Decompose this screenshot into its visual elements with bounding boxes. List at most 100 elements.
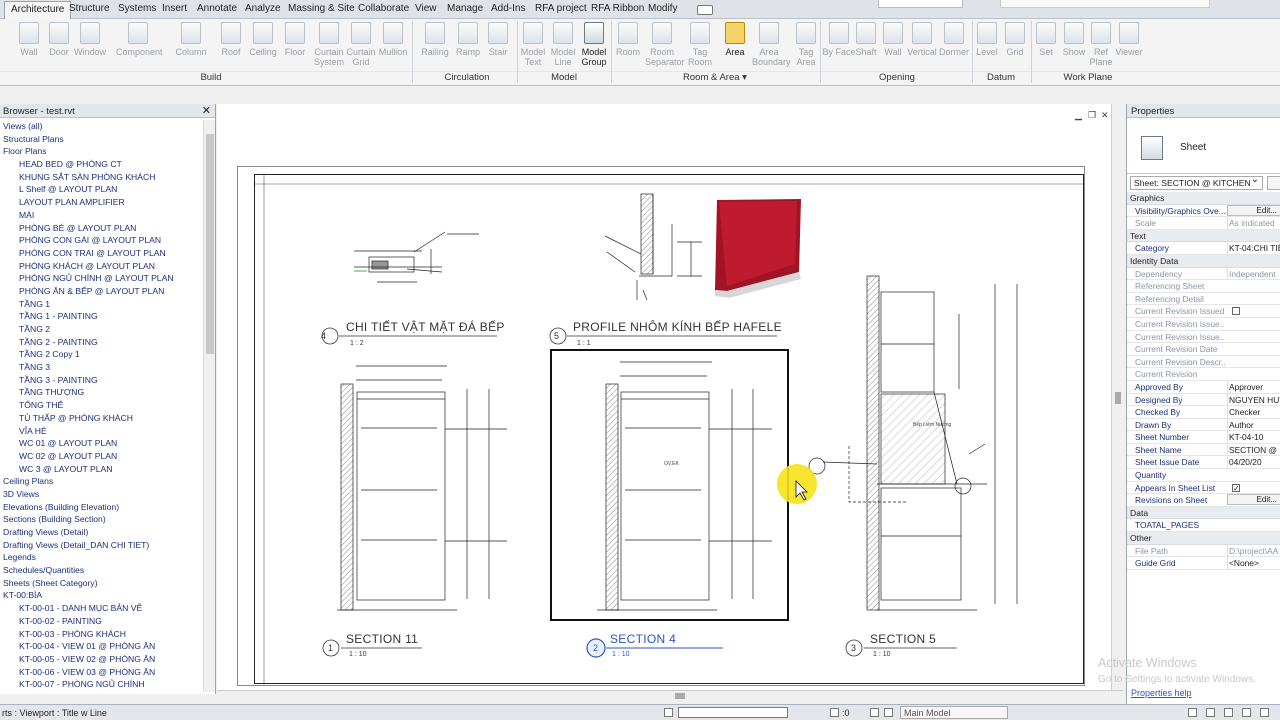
- property-group-header[interactable]: Graphics: [1127, 192, 1280, 205]
- browser-item[interactable]: Schedules/Quantities: [0, 564, 203, 577]
- property-row[interactable]: Referencing Sheet: [1127, 280, 1280, 293]
- door-tool[interactable]: Door: [42, 22, 76, 70]
- property-row[interactable]: Current Revision Issue...: [1127, 318, 1280, 331]
- browser-item[interactable]: TẦNG THƯỢNG: [0, 386, 203, 399]
- browser-item[interactable]: Legends: [0, 551, 203, 564]
- property-value[interactable]: KT-04:CHI TIẾT: [1227, 242, 1280, 255]
- browser-item[interactable]: WC 02 @ LAYOUT PLAN: [0, 450, 203, 463]
- property-value[interactable]: Independent: [1227, 267, 1280, 281]
- panel-datum-label[interactable]: Datum: [972, 72, 1030, 83]
- browser-item[interactable]: KT-00:BÌA: [0, 589, 203, 602]
- tab-insert[interactable]: Insert: [162, 3, 187, 14]
- browser-item[interactable]: KT-00-06 - VIEW 03 @ PHÒNG ĂN: [0, 666, 203, 679]
- property-value[interactable]: NGUYEN HUY: [1227, 393, 1280, 407]
- property-row[interactable]: Scale As indicated: [1127, 217, 1280, 230]
- drawing-view[interactable]: ▁ ❐ ✕ 4 CHI TIẾT VẬT MẶT ĐÁ BẾP 1: 2 5 …: [217, 104, 1123, 694]
- wall-tool[interactable]: Wall: [12, 22, 46, 70]
- browser-item[interactable]: MÁI: [0, 209, 203, 222]
- model-line-tool[interactable]: Model Line: [546, 22, 580, 70]
- select-pinned-icon[interactable]: [1224, 708, 1233, 717]
- panel-build-label[interactable]: Build: [12, 72, 410, 83]
- browser-item[interactable]: Drafting Views (Detail): [0, 526, 203, 539]
- instance-filter-dropdown[interactable]: Sheet: SECTION @ KITCHEN: [1130, 176, 1263, 190]
- browser-item[interactable]: TẦNG 3: [0, 361, 203, 374]
- browser-item[interactable]: KT-00-05 - VIEW 02 @ PHÒNG ĂN: [0, 653, 203, 666]
- press-drag-icon[interactable]: [884, 708, 893, 717]
- stair-tool[interactable]: Stair: [481, 22, 515, 70]
- ceiling-tool[interactable]: Ceiling: [246, 22, 280, 70]
- property-row[interactable]: Checked By Checker: [1127, 406, 1280, 419]
- property-value[interactable]: <None>: [1227, 557, 1280, 570]
- property-value[interactable]: Approver: [1227, 380, 1280, 394]
- property-value[interactable]: D:\project\AA: [1227, 544, 1280, 558]
- property-value[interactable]: As indicated: [1227, 217, 1280, 230]
- panel-opening-label[interactable]: Opening: [822, 72, 972, 83]
- browser-item[interactable]: L Shelf @ LAYOUT PLAN: [0, 183, 203, 196]
- edit-button[interactable]: Edit...: [1227, 204, 1280, 216]
- checkbox[interactable]: [1232, 307, 1240, 316]
- browser-scrollbar[interactable]: [203, 120, 215, 692]
- browser-item[interactable]: PHÒNG CON GÁI @ LAYOUT PLAN: [0, 234, 203, 247]
- browser-item[interactable]: KT-00-04 - VIEW 01 @ PHÒNG ĂN: [0, 640, 203, 653]
- browser-item[interactable]: PHÒNG ĂN & BẾP @ LAYOUT PLAN: [0, 285, 203, 298]
- property-row[interactable]: Sheet Name SECTION @ KI: [1127, 443, 1280, 457]
- browser-item[interactable]: HEAD BED @ PHÒNG CT: [0, 158, 203, 171]
- filter-icon[interactable]: [830, 708, 839, 717]
- browser-item[interactable]: TẦNG 3 - PAINTING: [0, 374, 203, 387]
- property-group-header[interactable]: Text: [1127, 229, 1280, 243]
- property-row[interactable]: Appears In Sheet List ✓: [1127, 482, 1280, 495]
- property-row[interactable]: Visibility/Graphics Ove... Edit...: [1127, 204, 1280, 218]
- browser-item[interactable]: KT-00-03 - PHÒNG KHÁCH: [0, 628, 203, 641]
- tab-view[interactable]: View: [415, 3, 437, 14]
- property-group-header[interactable]: Other: [1127, 532, 1280, 545]
- browser-item[interactable]: TỔNG THỂ: [0, 399, 203, 412]
- properties-help-link[interactable]: Properties help: [1131, 688, 1192, 698]
- property-value[interactable]: 04/20/20: [1227, 456, 1280, 470]
- browser-item[interactable]: Sheets (Sheet Category): [0, 577, 203, 590]
- browser-item[interactable]: Views (all): [0, 120, 203, 133]
- type-selector[interactable]: Sheet: [1127, 118, 1280, 174]
- property-row[interactable]: Drawn By Author: [1127, 418, 1280, 432]
- browser-item[interactable]: PHÒNG NGỦ CHÍNH @ LAYOUT PLAN: [0, 272, 203, 285]
- viewer-tool[interactable]: Viewer: [1112, 22, 1146, 70]
- browser-item[interactable]: TỦ THẤP @ PHÒNG KHÁCH: [0, 412, 203, 425]
- property-row[interactable]: Current Revision Date: [1127, 343, 1280, 356]
- ribbon-options-icon[interactable]: [697, 5, 713, 15]
- tab-manage[interactable]: Manage: [447, 3, 483, 14]
- browser-item[interactable]: VỈA HÈ: [0, 425, 203, 438]
- property-row[interactable]: Current Revision Issue...: [1127, 331, 1280, 344]
- section-4-title[interactable]: SECTION 4: [610, 632, 676, 646]
- room-separator-tool[interactable]: Room Separator: [645, 22, 685, 70]
- browser-item[interactable]: 3D Views: [0, 488, 203, 501]
- room-tool[interactable]: Room: [611, 22, 645, 70]
- property-value[interactable]: Author: [1227, 418, 1280, 432]
- property-row[interactable]: Designed By NGUYEN HUY: [1127, 393, 1280, 407]
- tab-collaborate[interactable]: Collaborate: [358, 3, 409, 14]
- browser-item[interactable]: KT-00-07 - PHÒNG NGỦ CHÍNH: [0, 678, 203, 691]
- area-boundary-tool[interactable]: Area Boundary: [752, 22, 791, 70]
- property-row[interactable]: Sheet Number KT-04-10: [1127, 431, 1280, 444]
- browser-item[interactable]: TẦNG 2: [0, 323, 203, 336]
- edit-type-icon[interactable]: [1267, 176, 1280, 190]
- browser-item[interactable]: PHÒNG CON TRAI @ LAYOUT PLAN: [0, 247, 203, 260]
- panel-work-plane-label[interactable]: Work Plane: [1032, 72, 1144, 83]
- property-row[interactable]: Approved By Approver: [1127, 380, 1280, 394]
- tab-analyze[interactable]: Analyze: [245, 3, 281, 14]
- property-row[interactable]: File Path D:\project\AA: [1127, 544, 1280, 558]
- select-underlay-icon[interactable]: [1206, 708, 1215, 717]
- active-model-selector[interactable]: Main Model: [900, 706, 1008, 719]
- info-center-bar[interactable]: [1000, 0, 1210, 8]
- property-value[interactable]: Checker: [1227, 406, 1280, 419]
- worksets-icon[interactable]: [664, 708, 673, 717]
- component-tool[interactable]: Component: [116, 22, 163, 70]
- browser-item[interactable]: KT-00-02 - PAINTING: [0, 615, 203, 628]
- tab-structure[interactable]: Structure: [69, 3, 110, 14]
- tab-massing-site[interactable]: Massing & Site: [288, 3, 355, 14]
- ramp-tool[interactable]: Ramp: [451, 22, 485, 70]
- scrollbar-thumb[interactable]: [675, 693, 685, 699]
- browser-item[interactable]: WC 3 @ LAYOUT PLAN: [0, 463, 203, 476]
- browser-item[interactable]: Ceiling Plans: [0, 475, 203, 488]
- browser-item[interactable]: KHUNG SẮT SÀN PHÒNG KHÁCH: [0, 171, 203, 184]
- browser-item[interactable]: PHÒNG BÉ @ LAYOUT PLAN: [0, 222, 203, 235]
- browser-item[interactable]: LAYOUT PLAN AMPLIFIER: [0, 196, 203, 209]
